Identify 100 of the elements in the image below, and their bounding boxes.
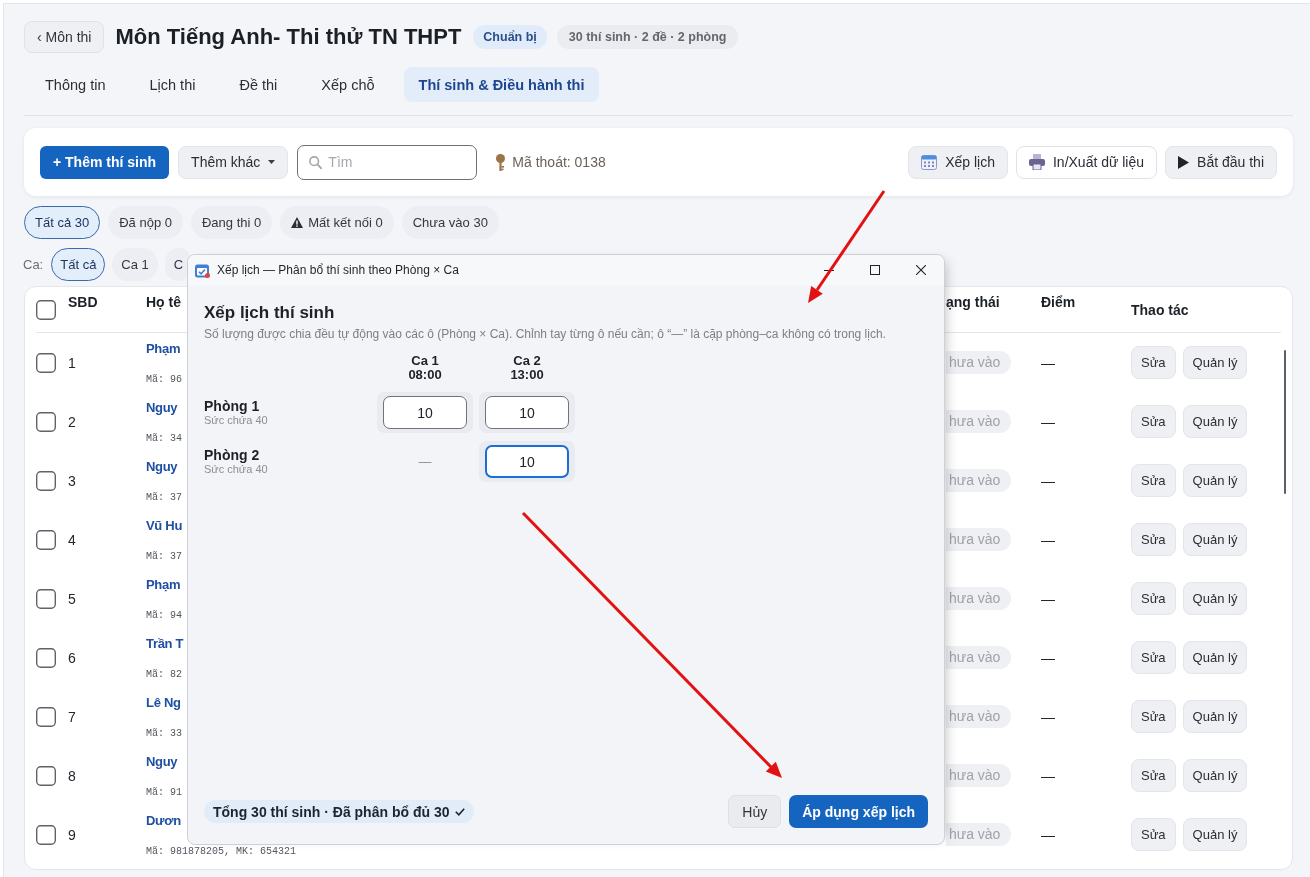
shift-time: 08:00: [408, 368, 442, 382]
add-candidate-button[interactable]: + Thêm thí sinh: [40, 145, 170, 179]
tab[interactable]: Xếp chỗ: [306, 67, 390, 102]
candidate-code: Mã: 91: [146, 787, 182, 799]
candidate-code: Mã: 94: [146, 610, 182, 622]
candidate-number: 9: [68, 826, 76, 843]
search-field[interactable]: Tìm: [297, 144, 478, 180]
filter-label: Ca:: [23, 257, 44, 272]
candidate-name-link[interactable]: Phạm: [146, 340, 181, 358]
checkbox[interactable]: [36, 765, 56, 786]
manage-button[interactable]: Quản lý: [1182, 641, 1248, 674]
tab[interactable]: Thông tin: [30, 67, 121, 102]
score-text: —: [1041, 767, 1055, 784]
edit-button[interactable]: Sửa: [1131, 641, 1176, 674]
manage-button[interactable]: Quản lý: [1182, 582, 1248, 615]
checkbox[interactable]: [36, 647, 56, 668]
room-name: Phòng 1: [204, 398, 260, 414]
edit-button[interactable]: Sửa: [1131, 346, 1176, 379]
checkbox[interactable]: [36, 352, 56, 373]
edit-button[interactable]: Sửa: [1131, 464, 1176, 497]
filter-chip[interactable]: Chưa vào 30: [401, 206, 499, 239]
candidate-name-link[interactable]: Phạm: [146, 576, 181, 594]
filter-chip[interactable]: C: [164, 248, 193, 281]
candidate-code: Mã: 37: [146, 551, 182, 563]
close-icon: [916, 265, 926, 275]
column-header: Điểm: [1041, 293, 1076, 310]
candidate-number: 5: [68, 590, 76, 607]
manage-button[interactable]: Quản lý: [1182, 405, 1248, 438]
manage-button[interactable]: Quản lý: [1182, 759, 1248, 792]
back-button[interactable]: ‹ Môn thi: [24, 21, 105, 53]
edit-button[interactable]: Sửa: [1131, 523, 1176, 556]
key-icon: [496, 153, 506, 171]
manage-button[interactable]: Quản lý: [1182, 818, 1248, 851]
edit-button[interactable]: Sửa: [1131, 818, 1176, 851]
play-icon: [1178, 155, 1190, 169]
filter-chip[interactable]: Đã nộp 0: [108, 206, 183, 239]
status-pill: hưa vào: [946, 410, 1012, 433]
manage-button[interactable]: Quản lý: [1182, 346, 1248, 379]
scrollbar-thumb[interactable]: [1284, 350, 1286, 494]
schedule-button[interactable]: Xếp lịch: [908, 145, 1008, 179]
candidate-number: 4: [68, 531, 76, 548]
manage-button[interactable]: Quản lý: [1182, 700, 1248, 733]
printer-icon: [1028, 154, 1045, 170]
candidate-number: 2: [68, 413, 76, 430]
calendar-icon: [921, 154, 938, 170]
page-title: Môn Tiếng Anh- Thi thử TN THPT: [115, 23, 462, 51]
manage-button[interactable]: Quản lý: [1182, 523, 1248, 556]
status-pill: hưa vào: [946, 705, 1012, 728]
manage-button[interactable]: Quản lý: [1182, 464, 1248, 497]
checkbox[interactable]: [36, 299, 56, 320]
candidate-number: 3: [68, 472, 76, 489]
status-pill: hưa vào: [946, 351, 1012, 374]
status-pill: hưa vào: [946, 587, 1012, 610]
column-header: ạng thái: [946, 293, 1000, 310]
status-pill: hưa vào: [946, 823, 1012, 846]
count-input[interactable]: 10: [383, 396, 467, 429]
candidate-name-link[interactable]: Lê Ng: [146, 694, 181, 712]
filter-chip[interactable]: Tất cả: [51, 248, 106, 281]
score-text: —: [1041, 413, 1055, 430]
checkbox[interactable]: [36, 529, 56, 550]
filter-chip[interactable]: Mất kết nối 0: [280, 206, 394, 239]
count-input[interactable]: 10: [485, 445, 569, 478]
checkbox[interactable]: [36, 470, 56, 491]
candidate-name-link[interactable]: Vũ Hu: [146, 517, 183, 535]
checkbox[interactable]: [36, 706, 56, 727]
exam-summary-pill: 30 thí sinh · 2 đề · 2 phòng: [556, 25, 739, 49]
tab[interactable]: Lịch thi: [134, 67, 211, 102]
more-button[interactable]: Thêm khác: [178, 145, 289, 179]
tab[interactable]: Đề thi: [224, 67, 293, 102]
filter-chip[interactable]: Ca 1: [112, 248, 158, 281]
checkbox[interactable]: [36, 411, 56, 432]
export-button[interactable]: In/Xuất dữ liệu: [1015, 145, 1158, 179]
candidate-name-link[interactable]: Dươn: [146, 812, 181, 830]
shift-name: Ca 1: [411, 354, 439, 368]
warning-icon: [291, 217, 304, 228]
filter-chip[interactable]: Tất cả 30: [24, 206, 101, 239]
edit-button[interactable]: Sửa: [1131, 405, 1176, 438]
dialog-title: Xếp lịch — Phân bổ thí sinh theo Phòng × Ca: [217, 263, 459, 277]
candidate-name-link[interactable]: Trần T: [146, 635, 184, 653]
checkbox[interactable]: [36, 824, 56, 845]
candidate-name-link[interactable]: Nguy: [146, 399, 178, 417]
edit-button[interactable]: Sửa: [1131, 700, 1176, 733]
score-text: —: [1041, 708, 1055, 725]
candidate-code: Mã: 96: [146, 374, 182, 386]
candidate-name-link[interactable]: Nguy: [146, 458, 178, 476]
apply-button[interactable]: Áp dụng xếp lịch: [789, 795, 928, 828]
tab[interactable]: Thí sinh & Điều hành thi: [403, 67, 600, 102]
filter-chip[interactable]: Đang thi 0: [190, 206, 273, 239]
candidate-name-link[interactable]: Nguy: [146, 753, 178, 771]
unavailable-mark: —: [418, 454, 432, 469]
checkbox[interactable]: [36, 588, 56, 609]
start-button[interactable]: Bắt đầu thi: [1165, 145, 1277, 179]
column-header: Thao tác: [1131, 301, 1189, 318]
caret-icon: [268, 160, 276, 164]
edit-button[interactable]: Sửa: [1131, 759, 1176, 792]
score-text: —: [1041, 472, 1055, 489]
cancel-button[interactable]: Hủy: [728, 795, 782, 828]
edit-button[interactable]: Sửa: [1131, 582, 1176, 615]
candidate-code: Mã: 37: [146, 492, 182, 504]
count-input[interactable]: 10: [485, 396, 569, 429]
